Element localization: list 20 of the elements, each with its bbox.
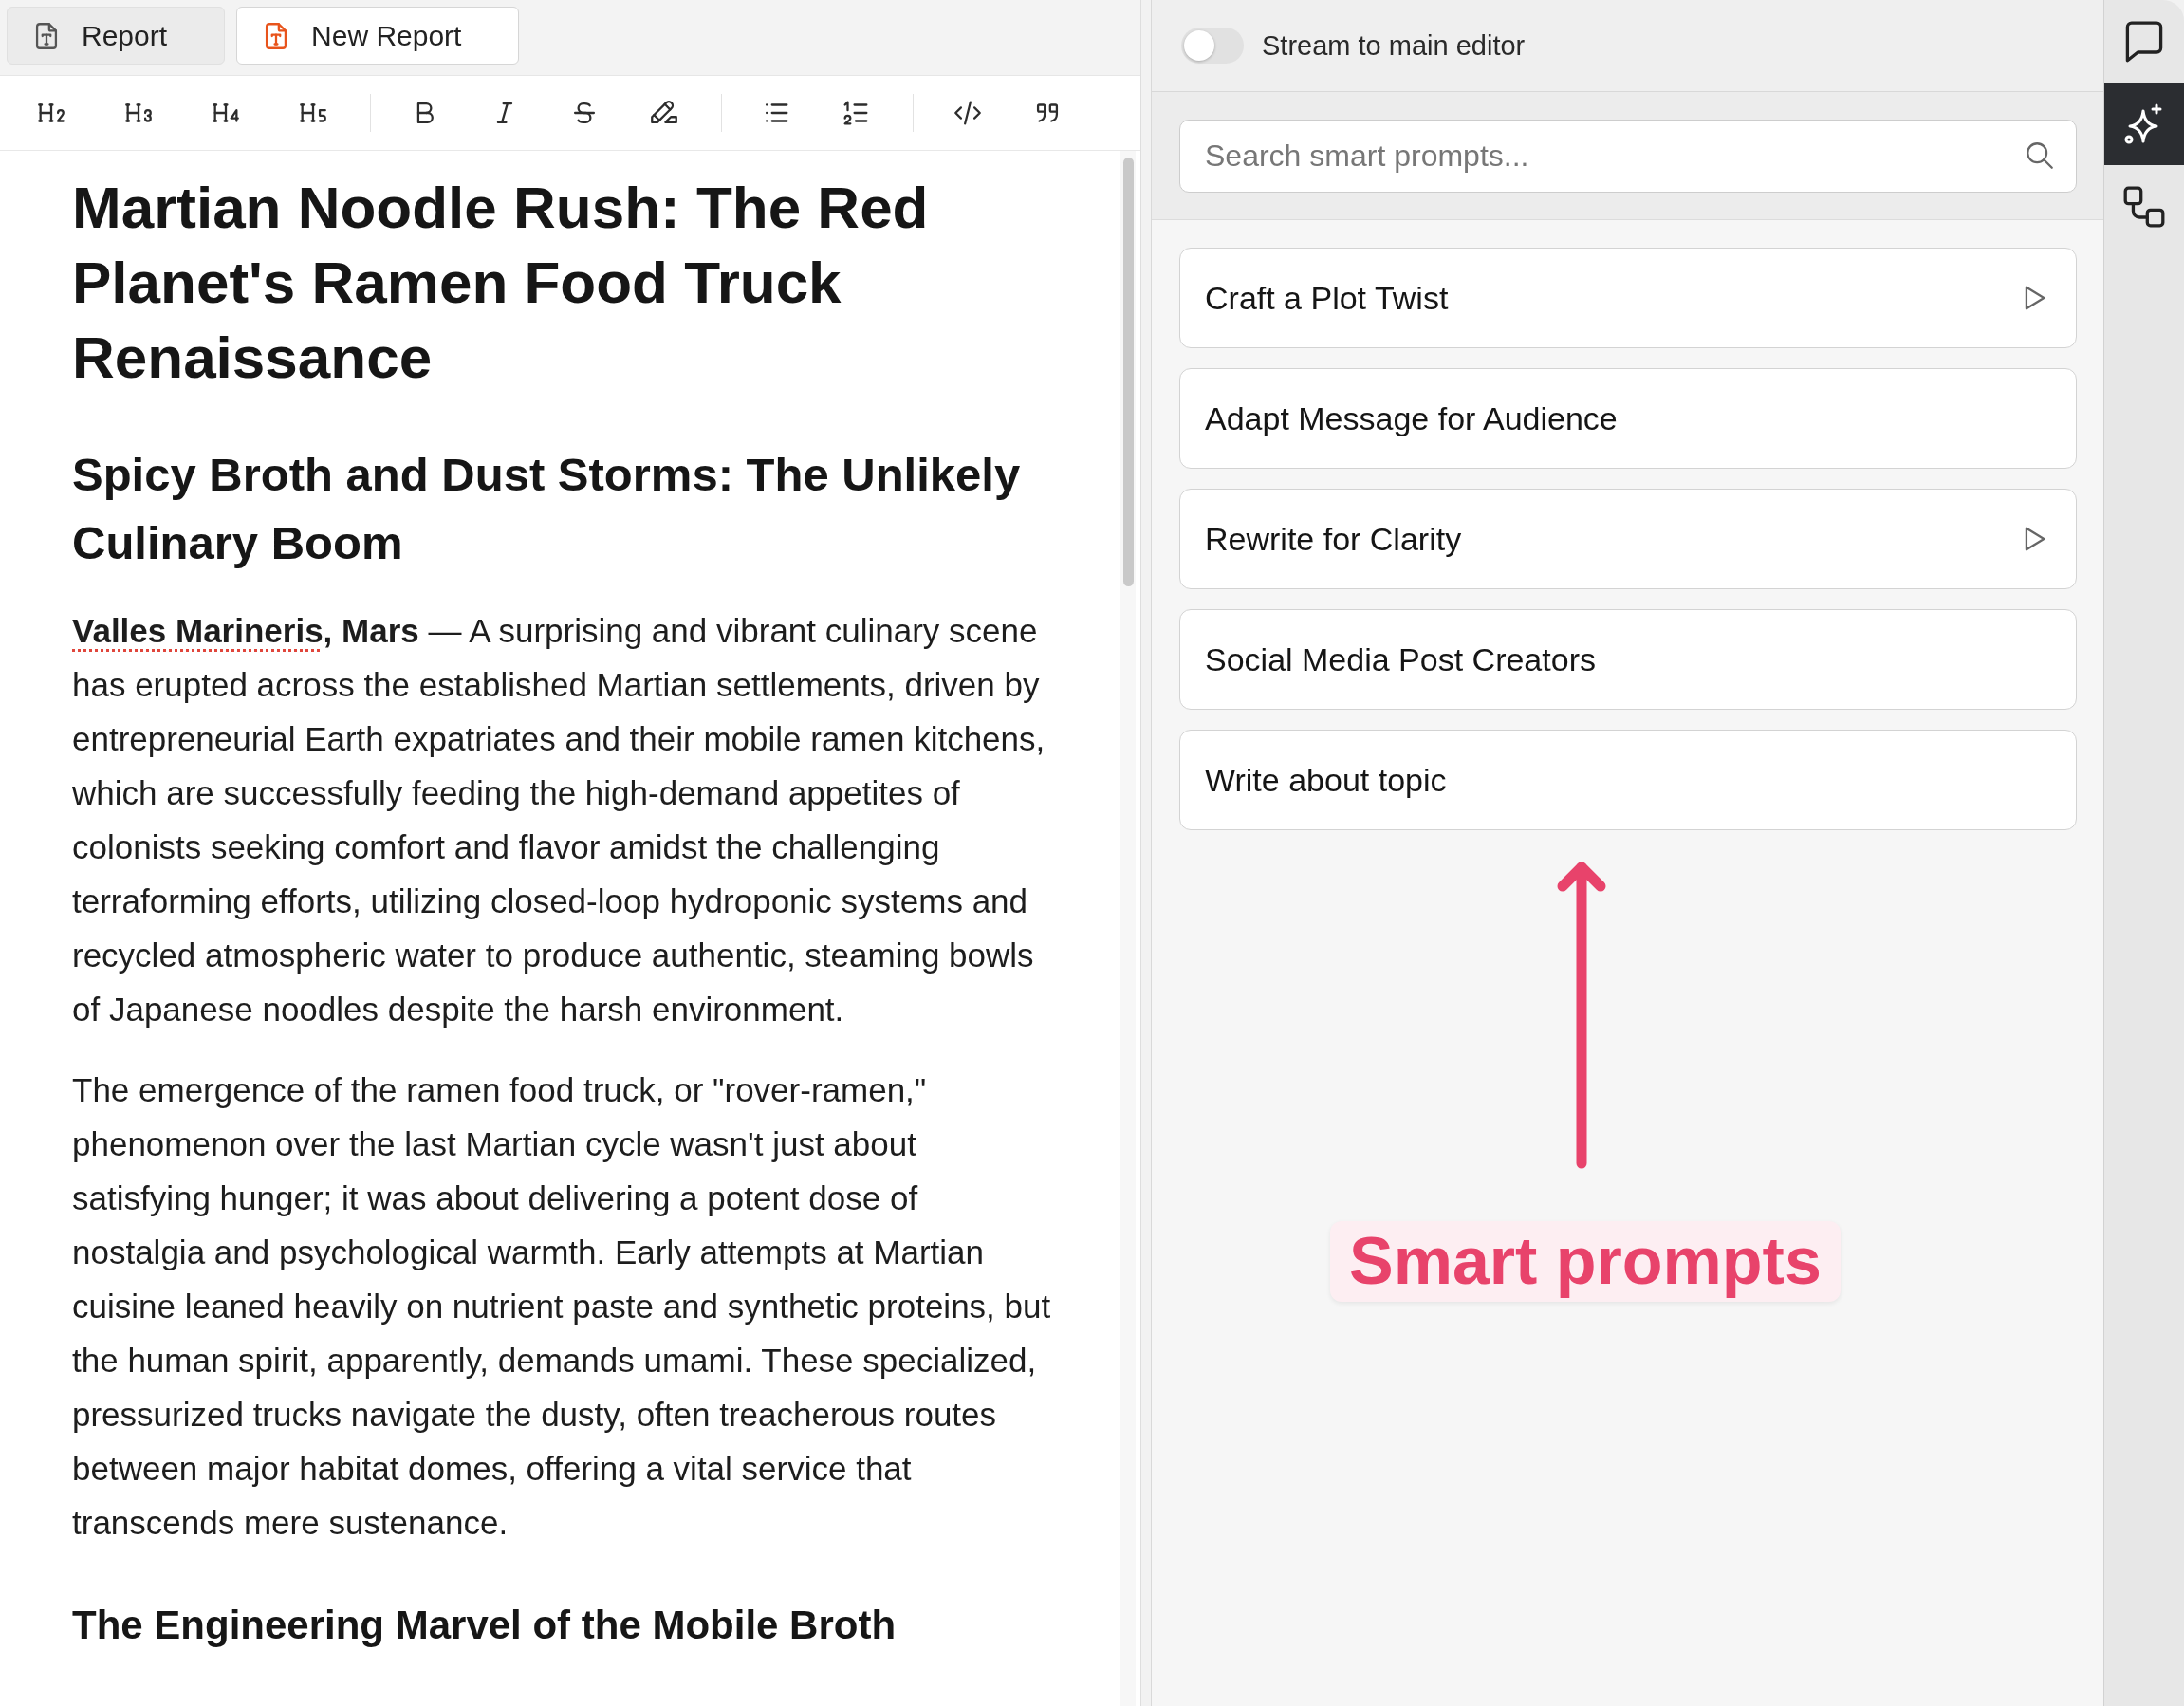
body-paragraph: The emergence of the ramen food truck, or "rover-ramen," phenomenon over the last Martian cycle wasn't just about satisfying hunger; it was about delivering a potent dose of nostalgia and psychological warmth. Early attempts at Martian cuisine leaned heavily on nutrient paste and synthetic proteins, but the human spirit, apparently, demands umami. These specialized, pressurized trucks navigate the dusty, often treacherous routes between major habitat domes, offering a vital service that transcends mere sustenance. [72,1070,1052,1543]
body-paragraph: Valles Marineris, Mars — A surprising and vibrant culinary scene has erupted across the established Martian settlements, driven by entrepreneurial Earth expatriates and their mobile ramen kitchens, which are successfully feeding the high-demand appetites of colonists seeking comfort and flavor amidst the challenging terraforming efforts, utilizing closed-loop hydroponic systems and recycled atmospheric water to produce authentic, steaming bowls of Japanese noodles despite the harsh environment. [72,611,1046,1029]
document-tab[interactable]: New Report [236,7,520,65]
section-subheading: The Engineering Marvel of the Mobile Broth [72,1602,898,1649]
toggle-label: Stream to main editor [1262,29,1526,62]
stream-toggle[interactable] [1181,28,1244,64]
scrollbar-thumb[interactable] [1122,158,1134,586]
document-title: Martian Noodle Rush: The Red Planet's Ramen Food Truck Renaissance [72,174,930,392]
linked-squares-icon [2123,185,2165,228]
prompt-card[interactable]: Social Media Post Creators [1179,609,2077,710]
sidebar-tab[interactable] [2104,83,2184,165]
chat-bubble-icon [2123,20,2165,63]
prompt-card[interactable]: Craft a Plot Twist [1179,248,2077,348]
document-tab[interactable]: Report [7,7,226,65]
annotation-label: Smart prompts [1330,1221,1841,1302]
section-heading: Spicy Broth and Dust Storms: The Unlikely Culinary Boom [72,448,1022,570]
prompt-card[interactable]: Rewrite for Clarity [1179,489,2077,589]
prompt-card[interactable]: Adapt Message for Audience [1179,368,2077,469]
search-field[interactable]: Search smart prompts... [1179,119,2077,193]
prompt-card[interactable]: Write about topic [1179,730,2077,830]
